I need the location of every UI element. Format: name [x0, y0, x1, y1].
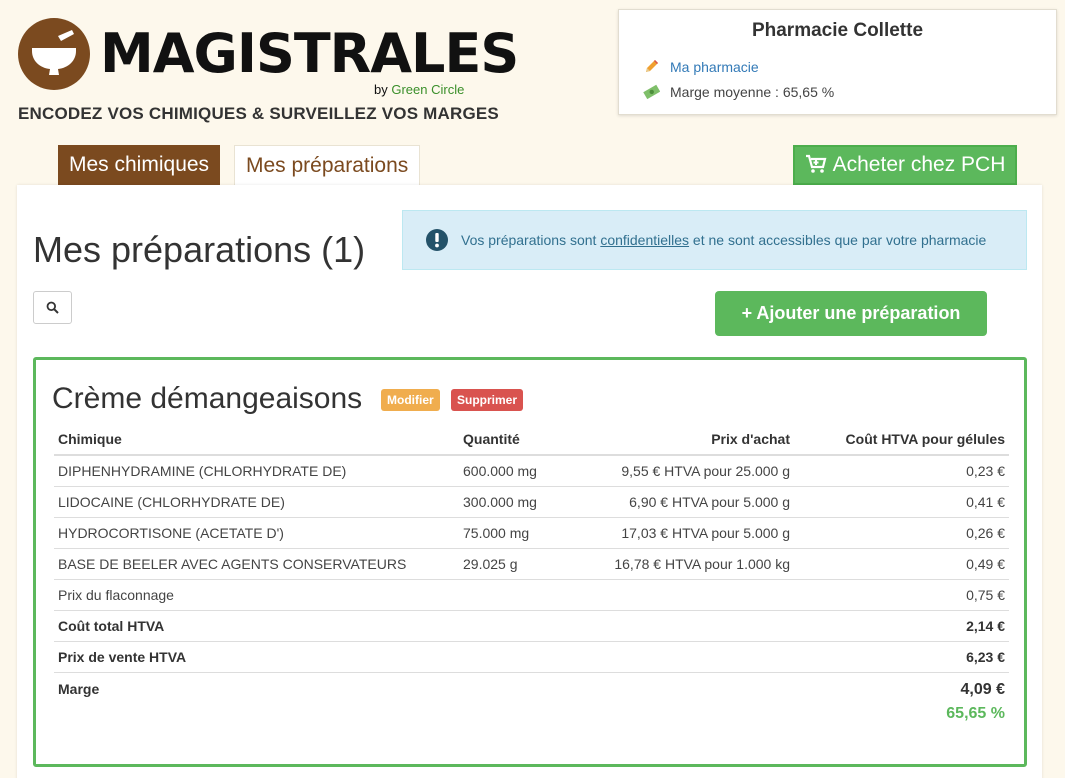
purchase-price: 6,90 € HTVA pour 5.000 g: [589, 485, 794, 517]
purchase-price: 17,03 € HTVA pour 5.000 g: [589, 516, 794, 548]
delete-button[interactable]: Supprimer: [451, 389, 524, 411]
sale-price-row: Prix de vente HTVA 6,23 €: [54, 640, 1009, 672]
chemical-name: HYDROCORTISONE (ACETATE D'): [54, 516, 459, 548]
exclamation-icon: [426, 229, 448, 251]
buy-pch-button[interactable]: Acheter chez PCH: [793, 145, 1017, 185]
pharmacy-name: Pharmacie Collette: [751, 20, 924, 41]
cost: 0,26 €: [794, 516, 1009, 548]
quantity: 600.000 mg: [459, 454, 589, 486]
margin-label: Marge: [54, 671, 459, 730]
money-icon: [643, 83, 661, 100]
cart-icon: [805, 154, 827, 173]
cost: 0,41 €: [794, 485, 1009, 517]
main-panel: Mes préparations (1) Vos préparations so…: [17, 185, 1042, 778]
pharmacy-link-row: Ma pharmacie: [643, 58, 759, 75]
total-row: Coût total HTVA 2,14 €: [54, 609, 1009, 641]
table-row: HYDROCORTISONE (ACETATE D') 75.000 mg 17…: [54, 516, 1009, 548]
cost: 0,23 €: [794, 454, 1009, 486]
table-header-row: Chimique Quantité Prix d'achat Coût HTVA…: [54, 424, 1009, 456]
preparation-table: Chimique Quantité Prix d'achat Coût HTVA…: [54, 424, 1009, 730]
preparation-card: Crème démangeaisons Modifier Supprimer C…: [33, 357, 1027, 767]
tab-chimiques[interactable]: Mes chimiques: [58, 145, 221, 185]
chemical-name: DIPHENHYDRAMINE (CHLORHYDRATE DE): [54, 454, 459, 486]
margin-percent: 65,65 %: [946, 704, 1005, 722]
margin-values: 4,09 € 65,65 %: [794, 671, 1009, 730]
pencil-icon: [643, 58, 660, 75]
search-icon: [46, 301, 59, 314]
info-alert: Vos préparations sont confidentielles et…: [402, 210, 1027, 270]
page-title: Mes préparations (1): [33, 229, 366, 270]
info-text-before: Vos préparations sont: [461, 232, 601, 248]
brand-byline: by Green Circle: [374, 82, 464, 97]
flaconnage-value: 0,75 €: [794, 578, 1009, 610]
info-text: Vos préparations sont confidentielles et…: [461, 232, 986, 248]
byline-by: by: [374, 82, 388, 97]
average-margin: Marge moyenne : 65,65 %: [670, 83, 835, 100]
flaconnage-label: Prix du flaconnage: [54, 578, 459, 610]
search-button[interactable]: [33, 291, 72, 324]
table-row: BASE DE BEELER AVEC AGENTS CONSERVATEURS…: [54, 547, 1009, 579]
col-chimique: Chimique: [54, 424, 459, 456]
margin-amount: 4,09 €: [960, 680, 1005, 698]
cost: 0,49 €: [794, 547, 1009, 579]
info-text-after: et ne sont accessibles que par votre pha…: [689, 232, 987, 248]
sale-price-value: 6,23 €: [794, 640, 1009, 672]
buy-button-label: Acheter chez PCH: [832, 153, 1006, 176]
tab-preparations[interactable]: Mes préparations: [234, 145, 421, 185]
chemical-name: LIDOCAINE (CHLORHYDRATE DE): [54, 485, 459, 517]
my-pharmacy-link[interactable]: Ma pharmacie: [670, 59, 759, 75]
mortar-pestle-icon: [18, 18, 90, 90]
flaconnage-row: Prix du flaconnage 0,75 €: [54, 578, 1009, 610]
confidential-link[interactable]: confidentielles: [600, 232, 689, 248]
add-preparation-button[interactable]: + Ajouter une préparation: [715, 291, 987, 336]
purchase-price: 9,55 € HTVA pour 25.000 g: [589, 454, 794, 486]
pharmacy-box: Pharmacie Collette Ma pharmacie Marge mo…: [618, 9, 1057, 115]
edit-button[interactable]: Modifier: [381, 389, 440, 411]
total-value: 2,14 €: [794, 609, 1009, 641]
col-cout: Coût HTVA pour gélules: [794, 424, 1009, 456]
quantity: 29.025 g: [459, 547, 589, 579]
purchase-price: 16,78 € HTVA pour 1.000 kg: [589, 547, 794, 579]
byline-company: Green Circle: [391, 82, 465, 97]
brand-name: MAGISTRALES: [100, 22, 519, 85]
margin-row: Marge 4,09 € 65,65 %: [54, 671, 1009, 730]
sale-price-label: Prix de vente HTVA: [54, 640, 459, 672]
col-quantite: Quantité: [459, 424, 589, 456]
chemical-name: BASE DE BEELER AVEC AGENTS CONSERVATEURS: [54, 547, 459, 579]
preparation-title: Crème démangeaisons: [52, 382, 363, 415]
table-row: DIPHENHYDRAMINE (CHLORHYDRATE DE) 600.00…: [54, 454, 1009, 486]
quantity: 75.000 mg: [459, 516, 589, 548]
pharmacy-margin-row: Marge moyenne : 65,65 %: [643, 83, 834, 100]
table-row: LIDOCAINE (CHLORHYDRATE DE) 300.000 mg 6…: [54, 485, 1009, 517]
quantity: 300.000 mg: [459, 485, 589, 517]
col-prix-achat: Prix d'achat: [589, 424, 794, 456]
tagline: ENCODEZ VOS CHIMIQUES & SURVEILLEZ VOS M…: [18, 104, 499, 123]
total-label: Coût total HTVA: [54, 609, 459, 641]
